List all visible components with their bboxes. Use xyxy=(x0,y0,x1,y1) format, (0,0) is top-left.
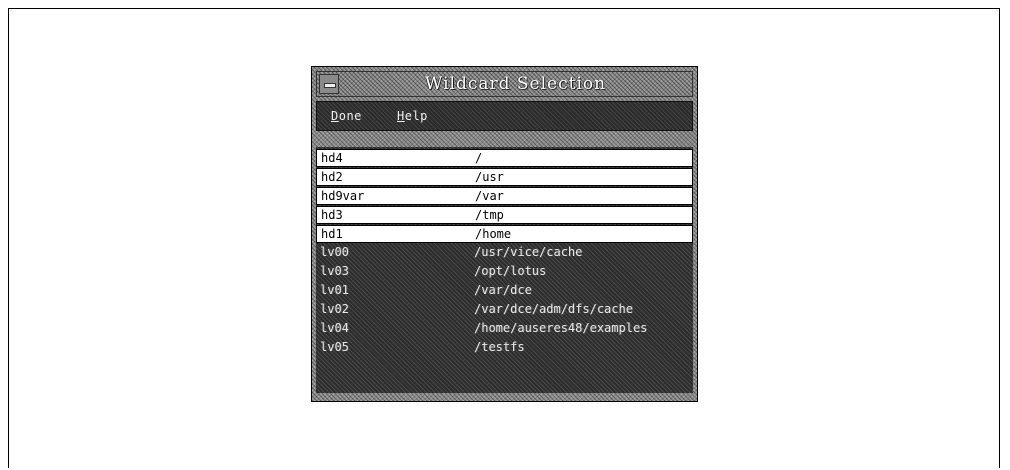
list-item[interactable]: lv05 /testfs xyxy=(316,339,693,357)
list-item[interactable]: lv00 /usr/vice/cache xyxy=(316,244,693,262)
list-item[interactable]: hd2 /usr xyxy=(316,168,693,186)
list-item[interactable]: lv04 /home/auseres48/examples xyxy=(316,320,693,338)
list-item[interactable]: hd9var /var xyxy=(316,187,693,205)
lv-name: hd3 xyxy=(321,208,343,222)
mount-path: /var xyxy=(475,189,504,203)
mount-path: /var/dce xyxy=(474,283,532,297)
lv-name: hd9var xyxy=(321,189,365,203)
menu-bar: Done Help xyxy=(316,101,693,131)
mount-path: /usr xyxy=(475,170,504,184)
mount-path: /tmp xyxy=(475,208,504,222)
lv-name: lv04 xyxy=(320,321,349,335)
lv-name: lv05 xyxy=(320,340,349,354)
list-item[interactable]: lv03 /opt/lotus xyxy=(316,263,693,281)
lv-name: lv02 xyxy=(320,302,349,316)
filesystem-list[interactable]: hd4 / hd2 /usr hd9var /var hd3 /tmp hd1 … xyxy=(316,147,693,393)
menu-done-label: one xyxy=(338,109,362,123)
lv-name: hd1 xyxy=(321,227,343,241)
list-item[interactable]: lv01 /var/dce xyxy=(316,282,693,300)
wildcard-selection-dialog: Wildcard Selection Done Help hd4 / hd2 /… xyxy=(311,66,698,402)
list-item[interactable]: hd1 /home xyxy=(316,225,693,243)
menu-done[interactable]: Done xyxy=(331,109,362,123)
list-item[interactable]: hd3 /tmp xyxy=(316,206,693,224)
lv-name: hd2 xyxy=(321,170,343,184)
window-menu-button[interactable] xyxy=(319,74,339,94)
menu-done-mnemonic: D xyxy=(331,109,339,123)
list-item[interactable]: lv02 /var/dce/adm/dfs/cache xyxy=(316,301,693,319)
window-menu-icon xyxy=(324,83,336,88)
mount-path: / xyxy=(475,151,483,165)
lv-name: hd4 xyxy=(321,151,343,165)
mount-path: /opt/lotus xyxy=(474,264,547,278)
lv-name: lv01 xyxy=(320,283,349,297)
menu-help[interactable]: Help xyxy=(397,109,428,123)
lv-name: lv00 xyxy=(320,245,349,259)
dialog-title: Wildcard Selection xyxy=(424,74,607,94)
mount-path: /testfs xyxy=(474,340,525,354)
mount-path: /var/dce/adm/dfs/cache xyxy=(474,302,633,316)
mount-path: /usr/vice/cache xyxy=(474,245,583,259)
lv-name: lv03 xyxy=(320,264,349,278)
mount-path: /home xyxy=(475,227,512,241)
title-bar[interactable]: Wildcard Selection xyxy=(316,71,693,97)
menu-help-label: elp xyxy=(404,109,428,123)
list-item[interactable]: hd4 / xyxy=(316,149,693,167)
menu-help-mnemonic: H xyxy=(397,109,405,123)
mount-path: /home/auseres48/examples xyxy=(474,321,648,335)
